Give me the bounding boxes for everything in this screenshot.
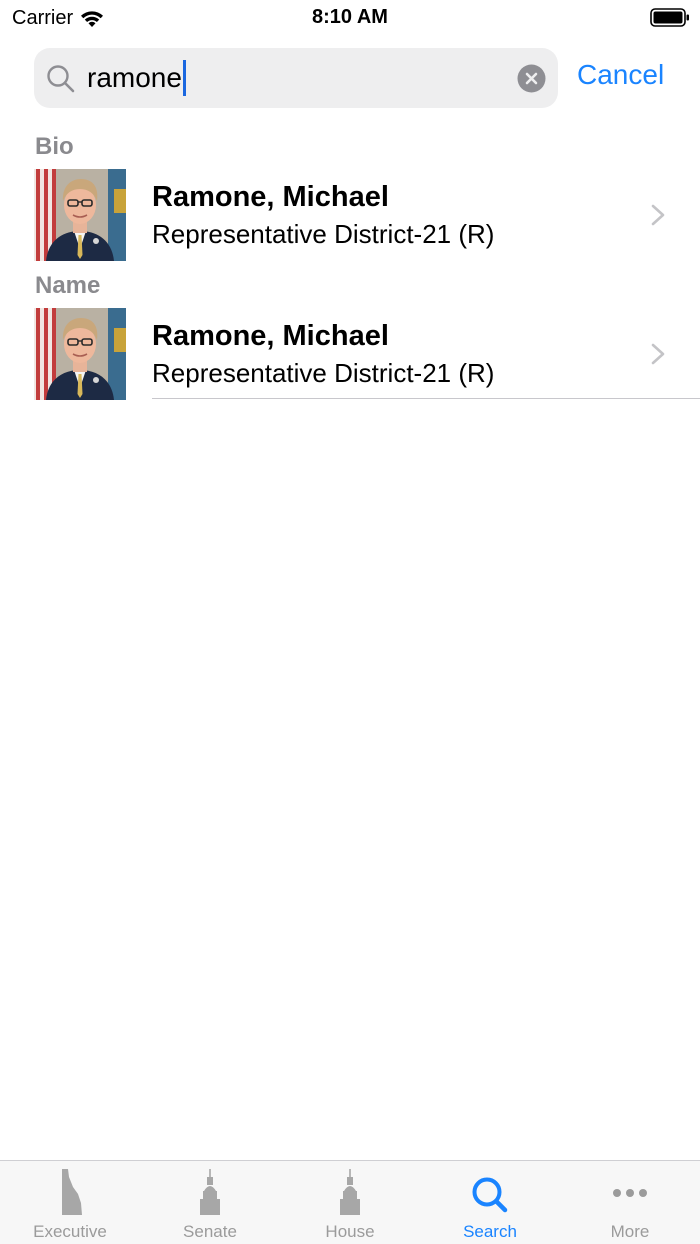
avatar xyxy=(34,308,126,400)
tab-label: More xyxy=(610,1222,650,1241)
tab-house[interactable]: House xyxy=(280,1161,420,1244)
clear-search-icon[interactable] xyxy=(517,64,546,93)
cancel-button[interactable]: Cancel xyxy=(577,59,664,91)
search-field[interactable]: ramone xyxy=(34,48,558,108)
chevron-right-icon xyxy=(651,204,665,226)
section-header-bio: Bio xyxy=(35,133,74,160)
tab-label: Executive xyxy=(33,1222,107,1241)
text-cursor xyxy=(182,60,186,96)
result-row[interactable]: Ramone, Michael Representative District-… xyxy=(0,308,700,400)
tab-label: Search xyxy=(463,1222,517,1241)
result-subtitle: Representative District-21 (R) xyxy=(152,219,495,249)
tab-executive[interactable]: Executive xyxy=(0,1161,140,1244)
tab-search[interactable]: Search xyxy=(420,1161,560,1244)
capitol-building-icon xyxy=(200,1169,220,1215)
row-separator xyxy=(152,398,700,399)
battery-icon xyxy=(650,8,689,27)
capitol-building-icon xyxy=(340,1169,360,1215)
avatar xyxy=(34,169,126,261)
chevron-right-icon xyxy=(651,343,665,365)
tab-label: House xyxy=(325,1222,375,1241)
tab-senate[interactable]: Senate xyxy=(140,1161,280,1244)
status-bar: Carrier 8:10 AM xyxy=(0,0,700,36)
tab-bar: Executive Senate House Search More xyxy=(0,1160,700,1244)
status-time: 8:10 AM xyxy=(312,6,388,28)
tab-label: Senate xyxy=(183,1222,237,1241)
delaware-state-icon xyxy=(62,1169,82,1215)
tab-more[interactable]: More xyxy=(560,1161,700,1244)
result-name: Ramone, Michael xyxy=(152,320,389,352)
result-subtitle: Representative District-21 (R) xyxy=(152,358,495,388)
more-dots-icon xyxy=(613,1189,647,1197)
search-icon xyxy=(47,65,75,93)
search-query: ramone xyxy=(87,62,182,93)
section-header-name: Name xyxy=(35,272,101,299)
result-name: Ramone, Michael xyxy=(152,181,389,213)
search-input[interactable]: ramone xyxy=(87,60,186,96)
search-icon xyxy=(472,1177,508,1213)
result-row[interactable]: Ramone, Michael Representative District-… xyxy=(0,169,700,261)
